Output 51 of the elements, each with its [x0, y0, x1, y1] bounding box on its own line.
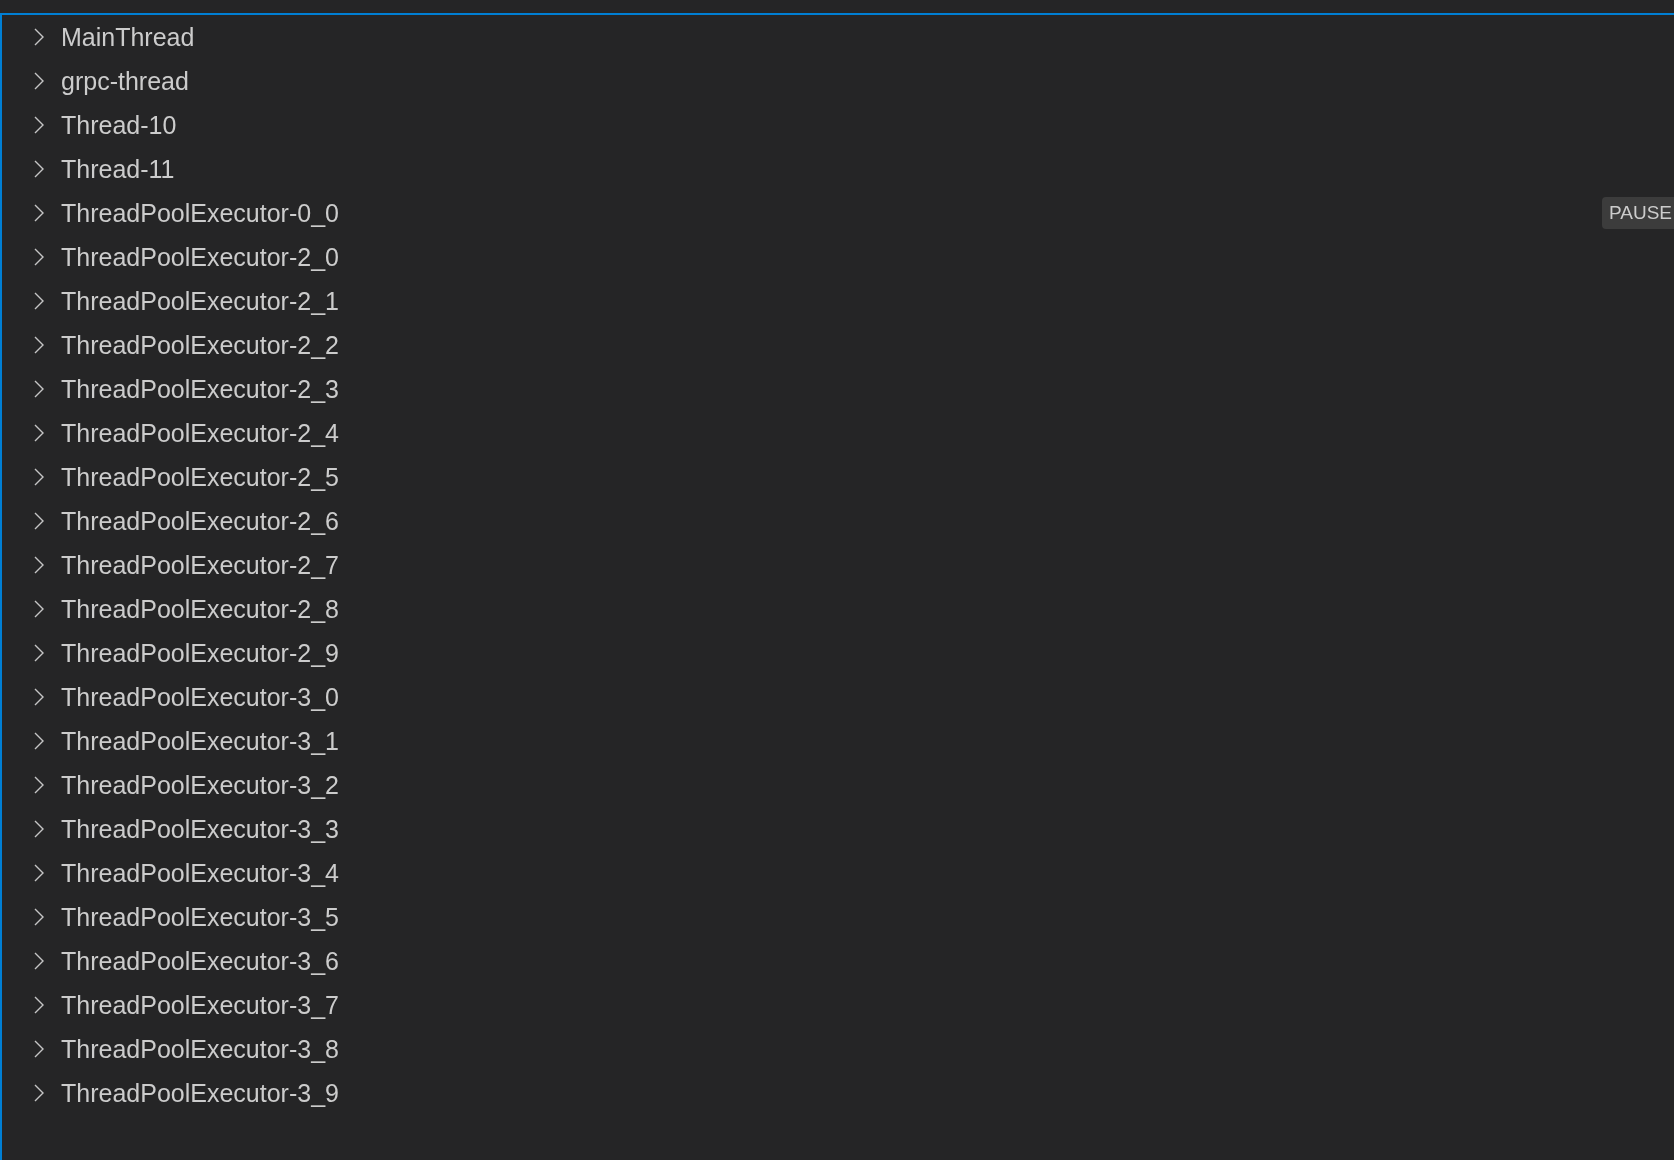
thread-label[interactable]: ThreadPoolExecutor-3_8	[61, 1034, 339, 1064]
thread-label[interactable]: ThreadPoolExecutor-2_1	[61, 286, 339, 316]
chevron-icon[interactable]	[34, 468, 44, 486]
chevron-icon[interactable]	[34, 556, 44, 574]
thread-label[interactable]: ThreadPoolExecutor-3_1	[61, 726, 339, 756]
chevron-icon[interactable]	[34, 28, 44, 46]
thread-label[interactable]: ThreadPoolExecutor-2_4	[61, 418, 339, 448]
chevron-icon[interactable]	[34, 248, 44, 266]
thread-label[interactable]: ThreadPoolExecutor-2_5	[61, 462, 339, 492]
thread-label[interactable]: ThreadPoolExecutor-2_3	[61, 374, 339, 404]
thread-label[interactable]: ThreadPoolExecutor-3_2	[61, 770, 339, 800]
thread-label[interactable]: ThreadPoolExecutor-2_9	[61, 638, 339, 668]
chevron-icon[interactable]	[34, 776, 44, 794]
chevron-icon[interactable]	[34, 512, 44, 530]
thread-label[interactable]: ThreadPoolExecutor-2_8	[61, 594, 339, 624]
chevron-icon[interactable]	[34, 908, 44, 926]
chevron-icon[interactable]	[34, 732, 44, 750]
chevron-icon[interactable]	[34, 864, 44, 882]
chevron-icon[interactable]	[34, 72, 44, 90]
thread-label[interactable]: ThreadPoolExecutor-2_6	[61, 506, 339, 536]
chevron-icon[interactable]	[34, 160, 44, 178]
chevron-icon[interactable]	[34, 600, 44, 618]
chevron-icon[interactable]	[34, 380, 44, 398]
thread-label[interactable]: ThreadPoolExecutor-2_7	[61, 550, 339, 580]
thread-label[interactable]: Thread-10	[61, 110, 177, 140]
thread-label[interactable]: ThreadPoolExecutor-2_0	[61, 242, 339, 272]
chevron-icon[interactable]	[34, 952, 44, 970]
chevron-icon[interactable]	[34, 1040, 44, 1058]
thread-label[interactable]: MainThread	[61, 22, 195, 52]
chevron-icon[interactable]	[34, 1084, 44, 1102]
chevron-icon[interactable]	[34, 424, 44, 442]
chevron-icon[interactable]	[34, 644, 44, 662]
chevron-icon[interactable]	[34, 292, 44, 310]
thread-label[interactable]: ThreadPoolExecutor-3_0	[61, 682, 339, 712]
chevron-icon[interactable]	[34, 996, 44, 1014]
chevron-icon[interactable]	[34, 688, 44, 706]
thread-label[interactable]: ThreadPoolExecutor-3_6	[61, 946, 339, 976]
chevron-icon[interactable]	[34, 336, 44, 354]
thread-label[interactable]: ThreadPoolExecutor-3_4	[61, 858, 339, 888]
chevron-icon[interactable]	[34, 204, 44, 222]
chevron-icon[interactable]	[34, 820, 44, 838]
thread-label[interactable]: ThreadPoolExecutor-0_0	[61, 198, 339, 228]
thread-label[interactable]: Thread-11	[61, 154, 175, 184]
thread-label[interactable]: ThreadPoolExecutor-3_7	[61, 990, 339, 1020]
chevron-icon[interactable]	[34, 116, 44, 134]
thread-label[interactable]: ThreadPoolExecutor-3_3	[61, 814, 339, 844]
status-badge: PAUSE	[1602, 197, 1674, 229]
thread-label[interactable]: grpc-thread	[61, 66, 189, 96]
thread-label[interactable]: ThreadPoolExecutor-3_5	[61, 902, 339, 932]
thread-label[interactable]: ThreadPoolExecutor-3_9	[61, 1078, 339, 1108]
thread-label[interactable]: ThreadPoolExecutor-2_2	[61, 330, 339, 360]
